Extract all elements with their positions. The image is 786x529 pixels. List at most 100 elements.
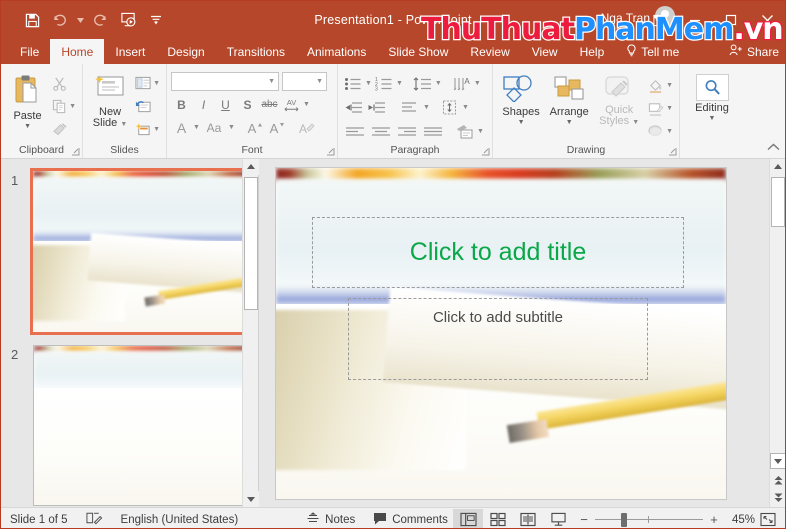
normal-view-button[interactable] [453,508,483,528]
thumbnail-scroll-up-icon[interactable] [243,159,259,175]
title-placeholder[interactable]: Click to add title [312,217,684,288]
smartart-dropdown-icon[interactable]: ▼ [477,128,484,135]
tab-review[interactable]: Review [459,39,520,64]
font-size-input[interactable]: ▼ [282,72,327,91]
line-spacing-dropdown-icon[interactable]: ▼ [435,80,442,87]
align-center-button[interactable] [368,121,393,142]
arrange-dropdown-icon[interactable]: ▼ [566,119,573,126]
shapes-button[interactable]: Shapes ▼ [497,70,545,126]
align-right-button[interactable] [394,121,419,142]
increase-font-size-button[interactable]: A [244,117,265,138]
section-button[interactable]: ▼ [133,119,162,139]
fit-to-window-button[interactable] [755,512,781,527]
align-text-dropdown-icon[interactable]: ▼ [423,104,430,111]
reset-button[interactable] [133,96,162,116]
thumbnail-scrollbar[interactable] [242,159,259,507]
redo-icon[interactable] [87,7,113,33]
zoom-slider-handle[interactable] [621,512,627,527]
slide-scroll-thumb[interactable] [771,177,785,227]
align-left-button[interactable] [342,121,367,142]
numbering-button[interactable]: 123 [373,73,395,94]
tab-insert[interactable]: Insert [104,39,156,64]
text-direction-button[interactable]: A [451,73,473,94]
increase-indent-button[interactable] [365,97,387,118]
start-presentation-icon[interactable] [115,7,141,33]
scroll-down-icon[interactable] [770,453,785,469]
editing-button[interactable]: Editing ▼ [686,70,738,122]
layout-button[interactable]: ▼ [133,73,162,93]
tab-design[interactable]: Design [156,39,215,64]
italic-button[interactable]: I [193,94,214,115]
bullets-button[interactable] [342,73,364,94]
shape-fill-dropdown-icon[interactable]: ▼ [666,82,673,89]
paste-button[interactable]: Paste ▼ [5,70,50,130]
decrease-indent-button[interactable] [342,97,364,118]
thumbnail-scroll-down-icon[interactable] [243,491,259,507]
language-indicator[interactable]: English (United States) [112,508,248,529]
share-button[interactable]: Share [729,44,779,59]
align-text-button[interactable] [396,97,422,118]
layout-dropdown-icon[interactable]: ▼ [153,80,160,87]
convert-to-smartart-button[interactable] [454,121,476,142]
tab-help[interactable]: Help [569,39,616,64]
line-spacing-button[interactable] [412,73,434,94]
subtitle-placeholder[interactable]: Click to add subtitle [348,298,648,380]
columns-button[interactable] [439,97,461,118]
scroll-up-icon[interactable] [770,159,785,175]
cut-button[interactable] [50,73,78,93]
clipboard-dialog-launcher-icon[interactable] [71,147,80,156]
change-case-button[interactable]: Aa [201,117,227,138]
quick-styles-button[interactable]: Quick Styles ▼ [593,70,645,128]
bold-button[interactable]: B [171,94,192,115]
slide-thumbnail-2[interactable] [33,345,247,506]
tab-file[interactable]: File [9,39,50,64]
tab-slide-show[interactable]: Slide Show [377,39,459,64]
copy-button[interactable]: ▼ [50,96,78,116]
shape-fill-button[interactable]: ▼ [645,75,675,95]
justify-button[interactable] [420,121,445,142]
text-direction-dropdown-icon[interactable]: ▼ [474,80,481,87]
bullets-dropdown-icon[interactable]: ▼ [365,80,372,87]
tab-tell-me[interactable]: Tell me [615,39,690,64]
drawing-dialog-launcher-icon[interactable] [668,147,677,156]
paragraph-dialog-launcher-icon[interactable] [481,147,490,156]
zoom-out-button[interactable]: − [579,512,589,527]
slide-show-view-button[interactable] [543,509,573,529]
font-size-dropdown-icon[interactable]: ▼ [316,78,323,85]
underline-button[interactable]: U [215,94,236,115]
minimize-icon[interactable] [677,5,713,35]
columns-dropdown-icon[interactable]: ▼ [462,104,469,111]
quick-styles-dropdown-icon[interactable]: ▼ [632,119,639,126]
editing-dropdown-icon[interactable]: ▼ [709,115,716,122]
copy-dropdown-icon[interactable]: ▼ [69,103,76,110]
tab-view[interactable]: View [521,39,569,64]
tab-animations[interactable]: Animations [296,39,377,64]
character-spacing-dropdown-icon[interactable]: ▼ [303,101,310,108]
zoom-in-button[interactable]: + [709,512,719,527]
collapse-ribbon-icon[interactable] [767,143,780,155]
arrange-button[interactable]: Arrange ▼ [545,70,593,126]
slide-scrollbar[interactable] [769,159,785,507]
thumbnail-scroll-thumb[interactable] [244,177,258,310]
shape-effects-button[interactable]: ▼ [645,121,675,141]
next-slide-icon[interactable] [770,489,785,505]
change-case-dropdown-icon[interactable]: ▼ [228,124,235,131]
ribbon-display-options-icon[interactable] [641,5,677,35]
font-name-input[interactable]: ▼ [171,72,279,91]
font-color-dropdown-icon[interactable]: ▼ [193,124,200,131]
new-slide-button[interactable]: New Slide ▼ [87,70,133,130]
numbering-dropdown-icon[interactable]: ▼ [396,80,403,87]
paste-dropdown-icon[interactable]: ▼ [24,123,31,130]
section-dropdown-icon[interactable]: ▼ [153,126,160,133]
tab-home[interactable]: Home [50,39,105,64]
customize-quick-access-icon[interactable] [143,7,169,33]
tab-transitions[interactable]: Transitions [216,39,296,64]
previous-slide-icon[interactable] [770,472,785,488]
shapes-dropdown-icon[interactable]: ▼ [518,119,525,126]
new-slide-dropdown-icon[interactable]: ▼ [120,121,127,128]
current-slide[interactable]: Click to add title Click to add subtitle [275,167,727,500]
reading-view-button[interactable] [513,509,543,529]
shape-outline-dropdown-icon[interactable]: ▼ [666,105,673,112]
save-icon[interactable] [19,7,45,33]
zoom-slider[interactable] [595,512,703,527]
